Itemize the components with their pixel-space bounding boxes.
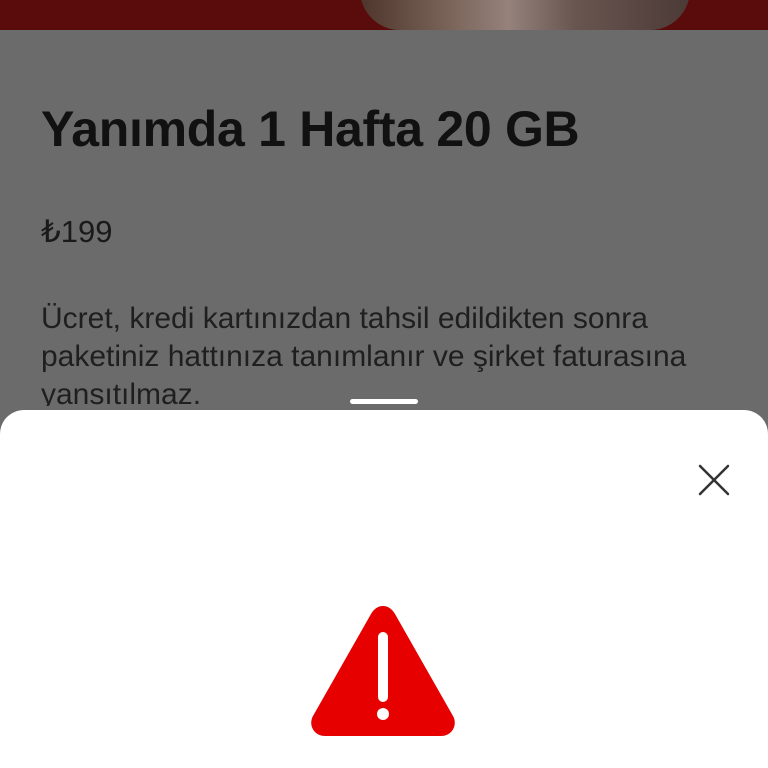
close-button[interactable]	[694, 460, 734, 500]
package-title: Yanımda 1 Hafta 20 GB	[41, 101, 580, 157]
close-icon	[698, 464, 730, 496]
hero-image	[360, 0, 690, 30]
warning-triangle-icon	[306, 598, 460, 740]
package-price: ₺199	[41, 214, 113, 249]
package-description: Ücret, kredi kartınızdan tahsil edildikt…	[41, 302, 687, 406]
hero-banner	[0, 0, 768, 30]
sheet-drag-handle[interactable]	[350, 399, 418, 404]
